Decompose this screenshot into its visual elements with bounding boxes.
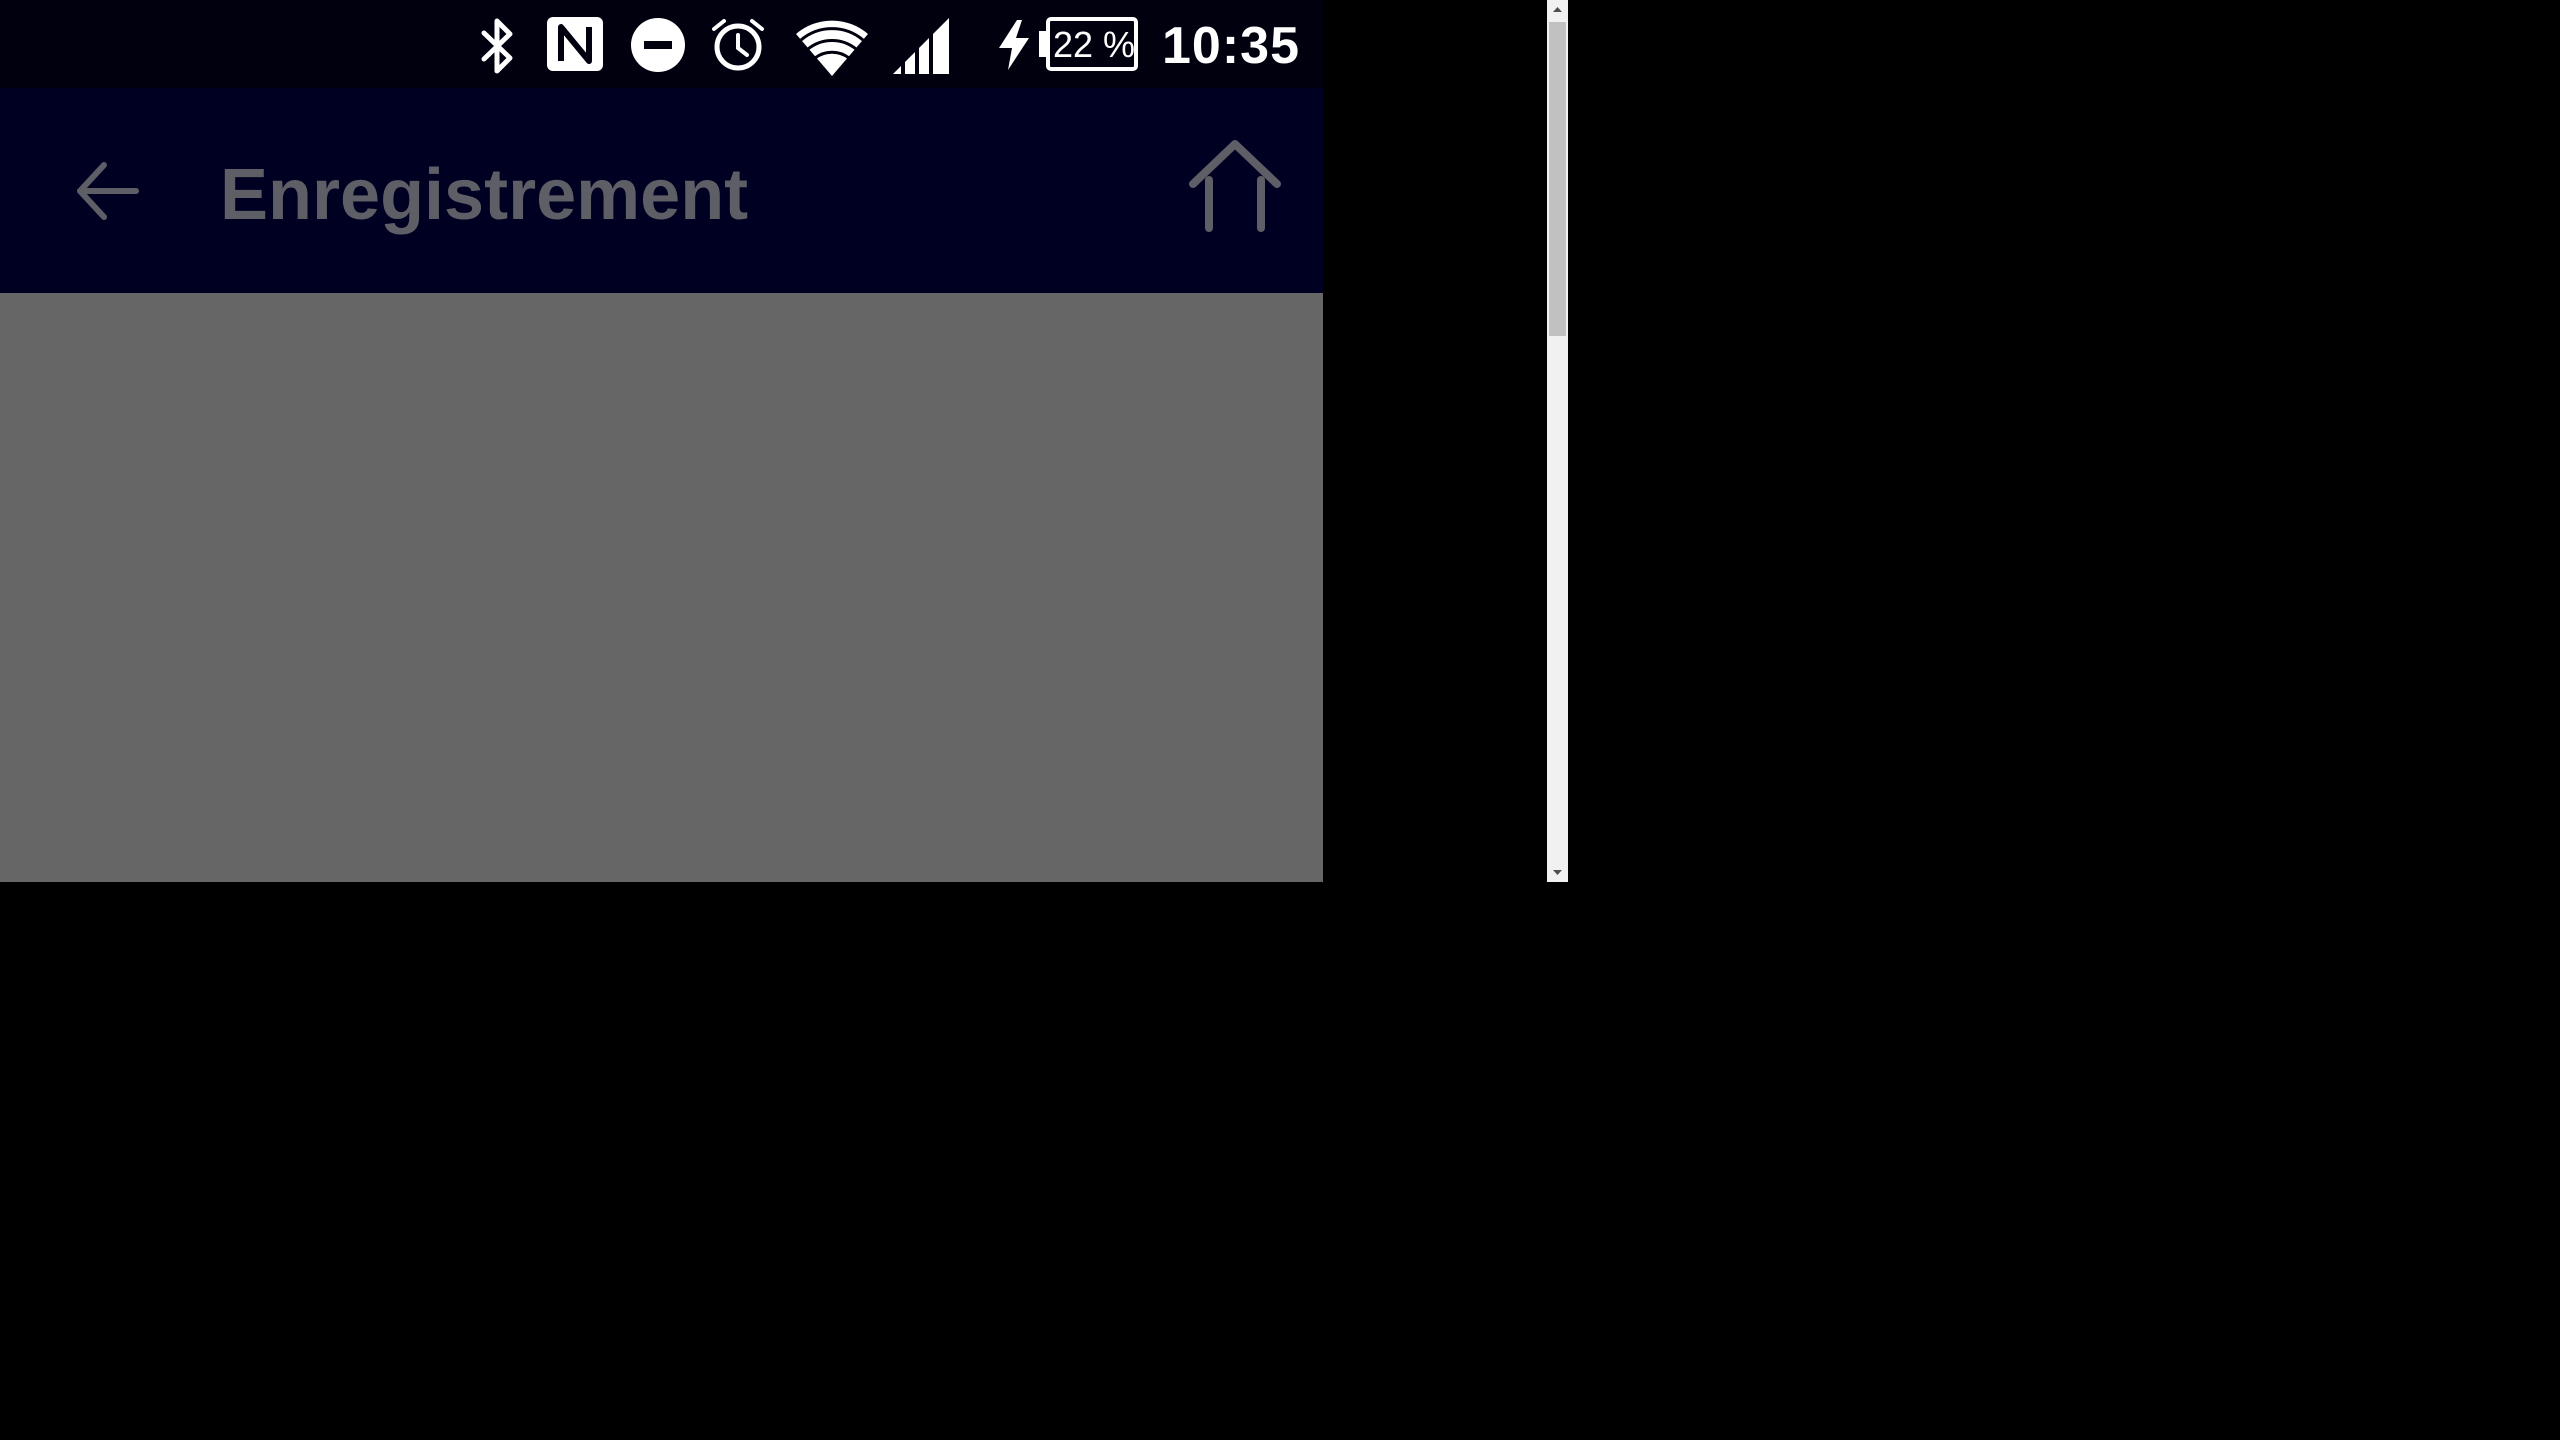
back-button[interactable] bbox=[60, 148, 152, 234]
alarm-icon bbox=[712, 19, 764, 71]
scrollbar-thumb[interactable] bbox=[1549, 22, 1566, 336]
content-area bbox=[0, 293, 1323, 882]
page-title: Enregistrement bbox=[220, 155, 749, 235]
scroll-up-arrow-icon[interactable] bbox=[1547, 0, 1568, 20]
arrow-left-icon bbox=[77, 162, 139, 220]
wifi-icon bbox=[796, 20, 868, 76]
scroll-down-arrow-icon[interactable] bbox=[1547, 862, 1568, 882]
home-icon bbox=[1189, 140, 1281, 232]
status-bar: 22 % 10:35 bbox=[0, 0, 1323, 88]
app-toolbar: Enregistrement bbox=[0, 88, 1323, 293]
charging-icon bbox=[999, 20, 1029, 70]
bluetooth-icon bbox=[481, 18, 513, 74]
cell-signal-icon bbox=[893, 18, 949, 74]
status-time: 10:35 bbox=[1162, 17, 1300, 75]
do-not-disturb-icon bbox=[631, 18, 685, 72]
vertical-scrollbar[interactable] bbox=[1547, 0, 1568, 882]
battery-percentage: 22 % bbox=[1052, 24, 1136, 65]
home-button[interactable] bbox=[1175, 140, 1295, 240]
nfc-icon bbox=[547, 17, 603, 71]
app-screen: 22 % 10:35 Enregistrement bbox=[0, 0, 1323, 882]
